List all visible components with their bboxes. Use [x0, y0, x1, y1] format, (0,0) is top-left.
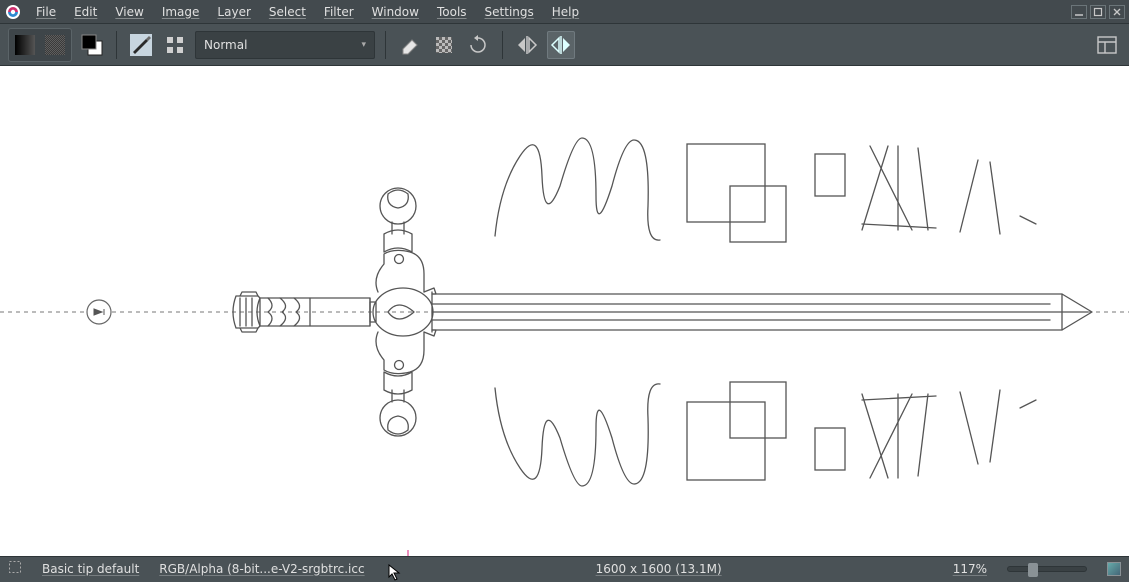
canvas-area[interactable]: [0, 66, 1129, 556]
menu-file[interactable]: File: [28, 2, 64, 22]
toolbar: Normal ▾: [0, 24, 1129, 66]
brush-preset-status[interactable]: Basic tip default: [42, 562, 139, 576]
menu-layer[interactable]: Layer: [209, 2, 258, 22]
window-minimize-button[interactable]: [1071, 5, 1087, 19]
menu-settings[interactable]: Settings: [477, 2, 542, 22]
chevron-down-icon: ▾: [361, 40, 366, 50]
window-close-button[interactable]: [1109, 5, 1125, 19]
menubar: File Edit View Image Layer Select Filter…: [0, 0, 1129, 24]
zoom-slider-knob[interactable]: [1028, 563, 1038, 577]
blend-mode-dropdown[interactable]: Normal ▾: [195, 31, 375, 59]
gradient-presets: [8, 28, 72, 62]
workspace-chooser-button[interactable]: [1093, 31, 1121, 59]
gradient-preset-2[interactable]: [41, 31, 69, 59]
gradient-preset-1[interactable]: [11, 31, 39, 59]
menu-tools[interactable]: Tools: [429, 2, 475, 22]
alpha-lock-button[interactable]: [430, 31, 458, 59]
color-model-status[interactable]: RGB/Alpha (8-bit...e-V2-srgbtrc.icc: [159, 562, 364, 576]
canvas-map-icon[interactable]: [1107, 562, 1121, 576]
mirror-horizontal-button[interactable]: [513, 31, 541, 59]
zoom-slider[interactable]: [1007, 566, 1087, 572]
reload-preset-button[interactable]: [464, 31, 492, 59]
selection-indicator-icon: [8, 560, 22, 577]
menu-view[interactable]: View: [107, 2, 151, 22]
blend-mode-label: Normal: [204, 38, 247, 52]
menu-image[interactable]: Image: [154, 2, 208, 22]
menu-edit[interactable]: Edit: [66, 2, 105, 22]
cursor-icon: [388, 564, 402, 582]
menu-window[interactable]: Window: [364, 2, 427, 22]
window-controls: [1071, 5, 1125, 19]
zoom-level-status[interactable]: 117%: [953, 562, 987, 576]
menu-help[interactable]: Help: [544, 2, 587, 22]
menu-filter[interactable]: Filter: [316, 2, 362, 22]
mirror-vertical-button[interactable]: [547, 31, 575, 59]
fg-bg-swatch[interactable]: [78, 31, 106, 59]
statusbar: Basic tip default RGB/Alpha (8-bit...e-V…: [0, 556, 1129, 580]
layout-grid-icon[interactable]: [161, 31, 189, 59]
window-maximize-button[interactable]: [1090, 5, 1106, 19]
brush-preset-button[interactable]: [127, 31, 155, 59]
app-icon: [4, 3, 22, 21]
canvas-dimensions-status: 1600 x 1600 (13.1M): [596, 562, 722, 576]
menu-select[interactable]: Select: [261, 2, 314, 22]
eraser-mode-button[interactable]: [396, 31, 424, 59]
